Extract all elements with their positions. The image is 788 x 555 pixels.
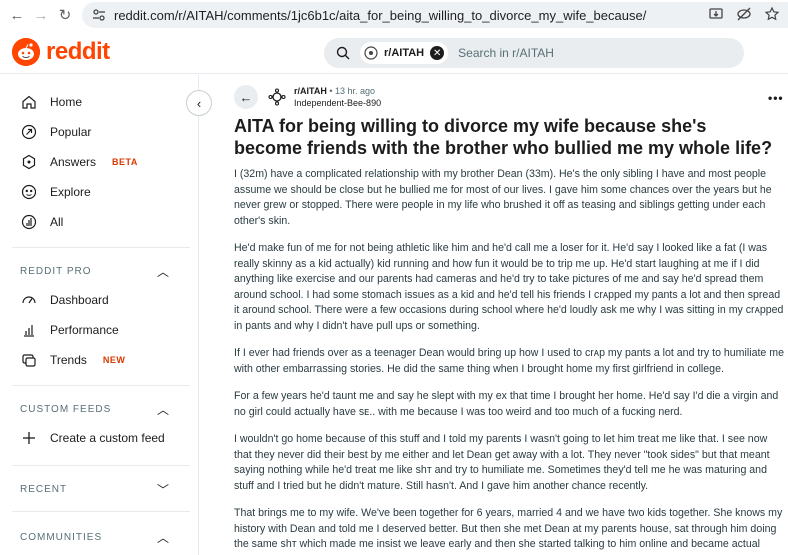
sidebar-divider xyxy=(12,247,190,248)
more-options-icon[interactable]: ••• xyxy=(768,91,784,105)
site-settings-icon[interactable] xyxy=(92,8,106,22)
communities-section-header[interactable]: COMMUNITIES ︿ xyxy=(20,529,170,546)
sidebar-item-label: Popular xyxy=(50,125,92,139)
sidebar-divider xyxy=(12,465,190,466)
plus-icon xyxy=(20,429,38,447)
dashboard-icon xyxy=(20,291,38,309)
sidebar-item-label: Answers xyxy=(50,155,97,169)
section-title: RECENT xyxy=(20,484,68,495)
back-arrow-icon[interactable]: ← xyxy=(6,4,28,26)
home-icon xyxy=(20,93,38,111)
search-icon xyxy=(336,46,350,60)
sidebar-item-label: Explore xyxy=(50,185,91,199)
answers-icon xyxy=(20,153,38,171)
post-paragraph: That brings me to my wife. We've been to… xyxy=(234,507,783,555)
install-app-icon[interactable] xyxy=(708,6,724,22)
back-button[interactable]: ← xyxy=(234,85,258,109)
post-body: I (32m) have a complicated relationship … xyxy=(234,167,786,555)
reddit-header: reddit r/AITAH ✕ Search in r/AITAH xyxy=(0,30,788,74)
trends-icon xyxy=(20,351,38,369)
sidebar-item-trends[interactable]: Trends NEW xyxy=(20,351,125,369)
chevron-up-icon: ︿ xyxy=(156,265,170,279)
sidebar-item-label: Dashboard xyxy=(50,293,109,307)
create-feed-label: Create a custom feed xyxy=(50,431,165,445)
search-bar[interactable]: r/AITAH ✕ Search in r/AITAH xyxy=(324,38,744,68)
clear-chip-icon[interactable]: ✕ xyxy=(430,46,445,60)
sidebar-item-explore[interactable]: Explore xyxy=(20,183,91,201)
sidebar-item-label: Trends xyxy=(50,353,87,367)
new-badge: NEW xyxy=(102,355,126,365)
subreddit-avatar-icon[interactable] xyxy=(268,88,286,106)
subreddit-link[interactable]: r/AITAH xyxy=(294,86,327,96)
logo-text: reddit xyxy=(46,38,110,65)
reload-icon[interactable]: ↻ xyxy=(54,4,76,26)
search-chip-label: r/AITAH xyxy=(384,47,425,59)
explore-icon xyxy=(20,183,38,201)
snoo-icon xyxy=(12,38,40,66)
performance-icon xyxy=(20,321,38,339)
author-link[interactable]: Independent-Bee-890 xyxy=(294,97,381,109)
left-sidebar: Home Popular Answers BETA Explore All RE… xyxy=(0,75,199,555)
chevron-up-icon: ︿ xyxy=(156,531,170,545)
recent-section-header[interactable]: RECENT ﹀ xyxy=(20,481,170,498)
sidebar-item-dashboard[interactable]: Dashboard xyxy=(20,291,109,309)
browser-toolbar: ← → ↻ reddit.com/r/AITAH/comments/1jc6b1… xyxy=(0,0,788,30)
address-bar[interactable]: reddit.com/r/AITAH/comments/1jc6b1c/aita… xyxy=(82,2,788,28)
sidebar-item-home[interactable]: Home xyxy=(20,93,82,111)
sidebar-item-label: All xyxy=(50,215,64,229)
arrow-left-icon: ← xyxy=(239,89,253,105)
beta-badge: BETA xyxy=(112,157,138,167)
chevron-up-icon: ︿ xyxy=(156,403,170,417)
subreddit-search-chip[interactable]: r/AITAH ✕ xyxy=(360,42,449,64)
section-title: CUSTOM FEEDS xyxy=(20,404,112,415)
reddit-logo[interactable]: reddit xyxy=(12,38,110,66)
custom-feeds-section-header[interactable]: CUSTOM FEEDS ︿ xyxy=(20,401,170,418)
post-meta: ← r/AITAH • 13 hr. ago Independent-Bee-8… xyxy=(234,85,381,109)
create-custom-feed-button[interactable]: Create a custom feed xyxy=(20,429,165,447)
post-paragraph: If I ever had friends over as a teenager… xyxy=(234,347,784,375)
section-title: COMMUNITIES xyxy=(20,532,103,543)
popular-icon xyxy=(20,123,38,141)
chevron-down-icon: ﹀ xyxy=(156,483,170,497)
section-title: REDDIT PRO xyxy=(20,266,92,277)
sidebar-item-label: Performance xyxy=(50,323,119,337)
forward-arrow-icon[interactable]: → xyxy=(30,4,52,26)
sidebar-item-label: Home xyxy=(50,95,83,109)
post-paragraph: He'd make fun of me for not being athlet… xyxy=(234,242,784,332)
sidebar-divider xyxy=(12,385,190,386)
sidebar-item-performance[interactable]: Performance xyxy=(20,321,119,339)
eye-slash-icon[interactable] xyxy=(736,6,752,22)
reddit-pro-section-header[interactable]: REDDIT PRO ︿ xyxy=(20,263,170,280)
all-icon xyxy=(20,213,38,231)
subreddit-avatar-icon xyxy=(364,46,378,60)
post-title: AITA for being willing to divorce my wif… xyxy=(234,116,773,158)
bookmark-star-icon[interactable] xyxy=(764,6,780,22)
sidebar-item-popular[interactable]: Popular xyxy=(20,123,91,141)
sidebar-item-all[interactable]: All xyxy=(20,213,63,231)
post-paragraph: I (32m) have a complicated relationship … xyxy=(234,168,772,227)
post-paragraph: For a few years he'd taunt me and say he… xyxy=(234,390,779,418)
post-time: • 13 hr. ago xyxy=(329,86,376,96)
post-paragraph: I wouldn't go home because of this stuff… xyxy=(234,433,770,492)
url-text: reddit.com/r/AITAH/comments/1jc6b1c/aita… xyxy=(114,7,647,23)
search-placeholder: Search in r/AITAH xyxy=(458,46,554,60)
chevron-left-icon: ‹ xyxy=(196,95,202,111)
sidebar-divider xyxy=(12,511,190,512)
collapse-sidebar-button[interactable]: ‹ xyxy=(186,90,212,116)
sidebar-item-answers[interactable]: Answers BETA xyxy=(20,153,138,171)
